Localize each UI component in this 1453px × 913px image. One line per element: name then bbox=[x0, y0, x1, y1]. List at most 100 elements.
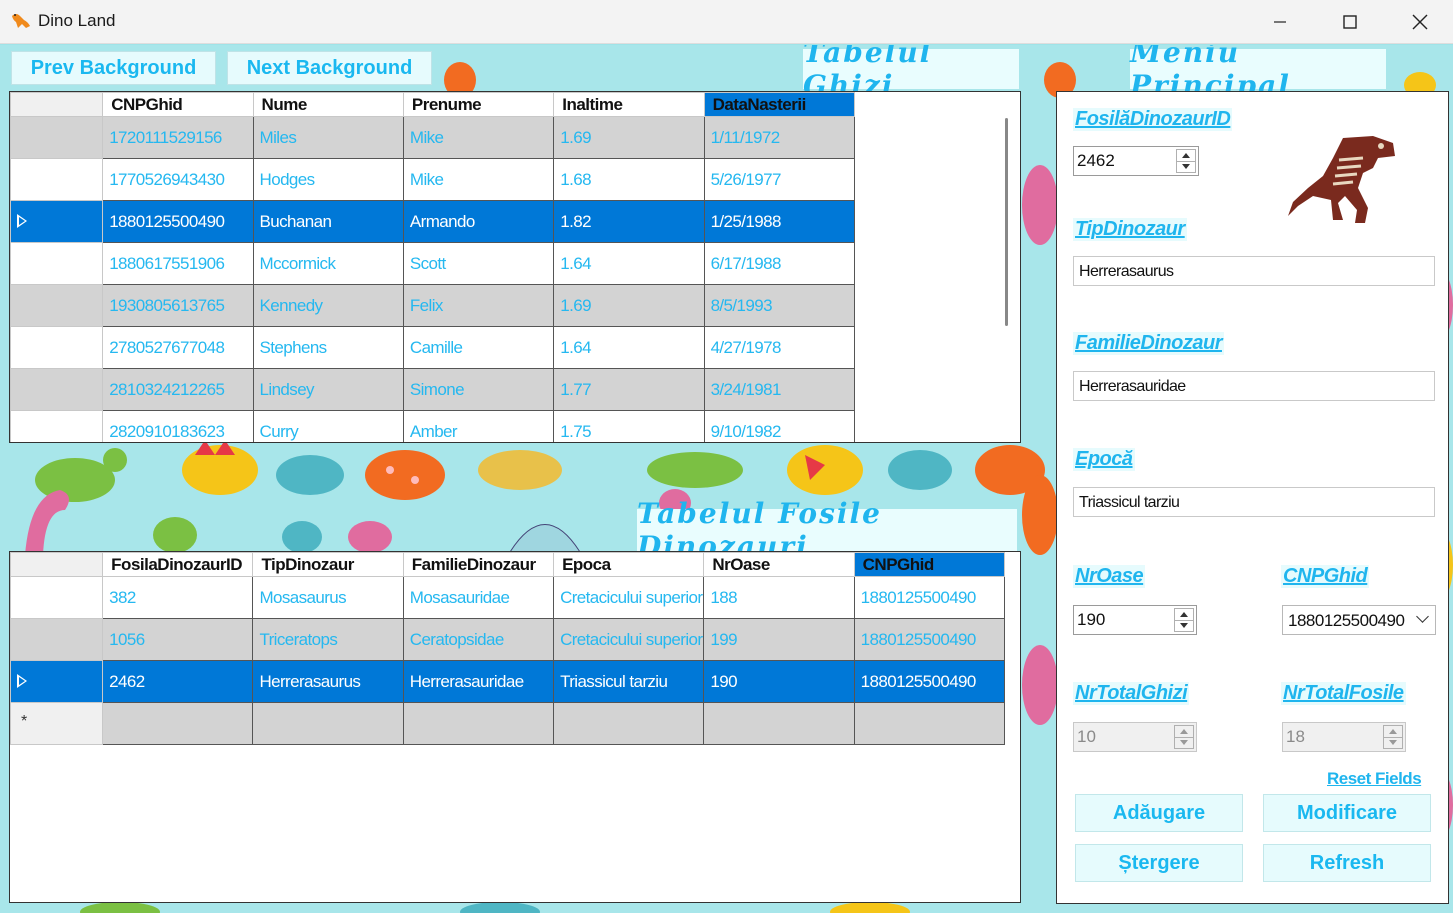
familiedinozaur-field[interactable]: Herrerasauridae bbox=[1073, 371, 1435, 401]
cell-cnpghid[interactable]: 1880617551906 bbox=[102, 242, 254, 285]
cell-datanasterii[interactable]: 6/17/1988 bbox=[703, 242, 856, 285]
cell-nume[interactable]: Stephens bbox=[252, 326, 404, 369]
row-header[interactable] bbox=[10, 660, 104, 703]
cell-prenume[interactable]: Mike bbox=[402, 158, 555, 201]
row-header[interactable]: * bbox=[10, 702, 104, 745]
table-row[interactable]: 2780527677048 Stephens Camille 1.64 4/27… bbox=[10, 326, 856, 369]
next-background-button[interactable]: Next Background bbox=[227, 51, 432, 85]
cell-cnpghid[interactable]: 2810324212265 bbox=[102, 368, 254, 411]
cell-datanasterii[interactable]: 1/25/1988 bbox=[703, 200, 856, 243]
col-header-fosiladinozaurid[interactable]: FosilaDinozaurID bbox=[102, 552, 254, 577]
cell-datanasterii[interactable]: 5/26/1977 bbox=[703, 158, 856, 201]
cell-nroase[interactable]: 190 bbox=[703, 660, 855, 703]
cell-prenume[interactable]: Scott bbox=[402, 242, 555, 285]
cell-nume[interactable]: Curry bbox=[252, 410, 404, 442]
add-button[interactable]: Adăugare bbox=[1075, 794, 1243, 832]
cell-nume[interactable]: Lindsey bbox=[252, 368, 404, 411]
col-header-datanasterii[interactable]: DataNasterii bbox=[703, 92, 856, 117]
col-header-inaltime[interactable]: Inaltime bbox=[553, 92, 705, 117]
cell-cnpghid[interactable]: 1930805613765 bbox=[102, 284, 254, 327]
stepper-arrows[interactable] bbox=[1176, 149, 1196, 173]
row-header[interactable] bbox=[10, 326, 104, 369]
table-row[interactable]: 1720111529156 Miles Mike 1.69 1/11/1972 bbox=[10, 116, 856, 159]
new-cell[interactable] bbox=[553, 702, 705, 745]
refresh-button[interactable]: Refresh bbox=[1263, 844, 1431, 882]
cell-cnpghid[interactable]: 1720111529156 bbox=[102, 116, 254, 159]
cell-inaltime[interactable]: 1.69 bbox=[553, 284, 705, 327]
cell-tipdinozaur[interactable]: Triceratops bbox=[252, 618, 404, 661]
cell-prenume[interactable]: Camille bbox=[402, 326, 555, 369]
cell-inaltime[interactable]: 1.82 bbox=[553, 200, 705, 243]
table-row[interactable]: 1056 Triceratops Ceratopsidae Cretacicul… bbox=[10, 618, 1006, 661]
row-header[interactable] bbox=[10, 284, 104, 327]
cell-datanasterii[interactable]: 9/10/1982 bbox=[703, 410, 856, 442]
reset-fields-link[interactable]: Reset Fields bbox=[1327, 769, 1422, 789]
cell-datanasterii[interactable]: 1/11/1972 bbox=[703, 116, 856, 159]
cell-inaltime[interactable]: 1.75 bbox=[553, 410, 705, 442]
cell-familiedinozaur[interactable]: Herrerasauridae bbox=[402, 660, 555, 703]
cell-prenume[interactable]: Simone bbox=[402, 368, 555, 411]
modify-button[interactable]: Modificare bbox=[1263, 794, 1431, 832]
cell-inaltime[interactable]: 1.68 bbox=[553, 158, 705, 201]
new-cell[interactable] bbox=[252, 702, 404, 745]
table-row[interactable]: 382 Mosasaurus Mosasauridae Cretacicului… bbox=[10, 576, 1006, 619]
cell-epoca[interactable]: Cretacicului superior bbox=[553, 576, 705, 619]
cell-inaltime[interactable]: 1.69 bbox=[553, 116, 705, 159]
row-header[interactable] bbox=[10, 410, 104, 442]
cell-epoca[interactable]: Cretacicului superior bbox=[553, 618, 705, 661]
arrow-up-icon[interactable] bbox=[1182, 153, 1190, 158]
cell-nroase[interactable]: 188 bbox=[703, 576, 855, 619]
cell-familiedinozaur[interactable]: Mosasauridae bbox=[402, 576, 555, 619]
table-row-selected[interactable]: 1880125500490 Buchanan Armando 1.82 1/25… bbox=[10, 200, 856, 243]
cell-prenume[interactable]: Felix bbox=[402, 284, 555, 327]
fosile-grid[interactable]: FosilaDinozaurID TipDinozaur FamilieDino… bbox=[9, 551, 1021, 903]
tipdinozaur-field[interactable]: Herrerasaurus bbox=[1073, 256, 1435, 286]
cell-nume[interactable]: Miles bbox=[252, 116, 404, 159]
cell-inaltime[interactable]: 1.77 bbox=[553, 368, 705, 411]
cell-prenume[interactable]: Armando bbox=[402, 200, 555, 243]
table-row[interactable]: 1880617551906 Mccormick Scott 1.64 6/17/… bbox=[10, 242, 856, 285]
fosiladinozaurid-stepper[interactable]: 2462 bbox=[1073, 146, 1199, 176]
row-header[interactable] bbox=[10, 618, 104, 661]
table-row[interactable]: 1770526943430 Hodges Mike 1.68 5/26/1977 bbox=[10, 158, 856, 201]
close-button[interactable] bbox=[1385, 0, 1453, 44]
row-header[interactable] bbox=[10, 158, 104, 201]
cell-cnpghid[interactable]: 1880125500490 bbox=[102, 200, 254, 243]
col-header-cnpghid[interactable]: CNPGhid bbox=[853, 552, 1006, 577]
cell-fosiladinozaurid[interactable]: 2462 bbox=[102, 660, 254, 703]
row-header[interactable] bbox=[10, 368, 104, 411]
cell-cnpghid[interactable]: 1770526943430 bbox=[102, 158, 254, 201]
cell-nroase[interactable]: 199 bbox=[703, 618, 855, 661]
col-header-tipdinozaur[interactable]: TipDinozaur bbox=[252, 552, 404, 577]
cell-fosiladinozaurid[interactable]: 1056 bbox=[102, 618, 254, 661]
cell-prenume[interactable]: Amber bbox=[402, 410, 555, 442]
cell-datanasterii[interactable]: 4/27/1978 bbox=[703, 326, 856, 369]
prev-background-button[interactable]: Prev Background bbox=[11, 51, 216, 85]
cnpghid-select[interactable]: 1880125500490 bbox=[1282, 605, 1436, 635]
cell-nume[interactable]: Buchanan bbox=[252, 200, 404, 243]
vertical-scrollbar[interactable] bbox=[1005, 118, 1008, 326]
row-header[interactable] bbox=[10, 200, 104, 243]
cell-tipdinozaur[interactable]: Herrerasaurus bbox=[252, 660, 404, 703]
new-cell[interactable] bbox=[102, 702, 254, 745]
cell-inaltime[interactable]: 1.64 bbox=[553, 326, 705, 369]
ghizi-grid[interactable]: CNPGhid Nume Prenume Inaltime DataNaster… bbox=[9, 91, 1021, 443]
row-header[interactable] bbox=[10, 242, 104, 285]
col-header-nume[interactable]: Nume bbox=[252, 92, 404, 117]
cell-datanasterii[interactable]: 8/5/1993 bbox=[703, 284, 856, 327]
table-row[interactable]: 2820910183623 Curry Amber 1.75 9/10/1982 bbox=[10, 410, 856, 442]
new-cell[interactable] bbox=[402, 702, 555, 745]
stepper-arrows[interactable] bbox=[1174, 608, 1194, 632]
cell-fosiladinozaurid[interactable]: 382 bbox=[102, 576, 254, 619]
row-header[interactable] bbox=[10, 116, 104, 159]
new-cell[interactable] bbox=[703, 702, 855, 745]
epoca-field[interactable]: Triassicul tarziu bbox=[1073, 487, 1435, 517]
minimize-button[interactable] bbox=[1245, 0, 1315, 44]
col-header-cnpghid[interactable]: CNPGhid bbox=[102, 92, 254, 117]
col-header-prenume[interactable]: Prenume bbox=[402, 92, 555, 117]
cell-cnpghid[interactable]: 1880125500490 bbox=[853, 618, 1006, 661]
maximize-button[interactable] bbox=[1315, 0, 1385, 44]
nroase-stepper[interactable]: 190 bbox=[1073, 605, 1197, 635]
col-header-epoca[interactable]: Epoca bbox=[553, 552, 705, 577]
new-cell[interactable] bbox=[853, 702, 1006, 745]
